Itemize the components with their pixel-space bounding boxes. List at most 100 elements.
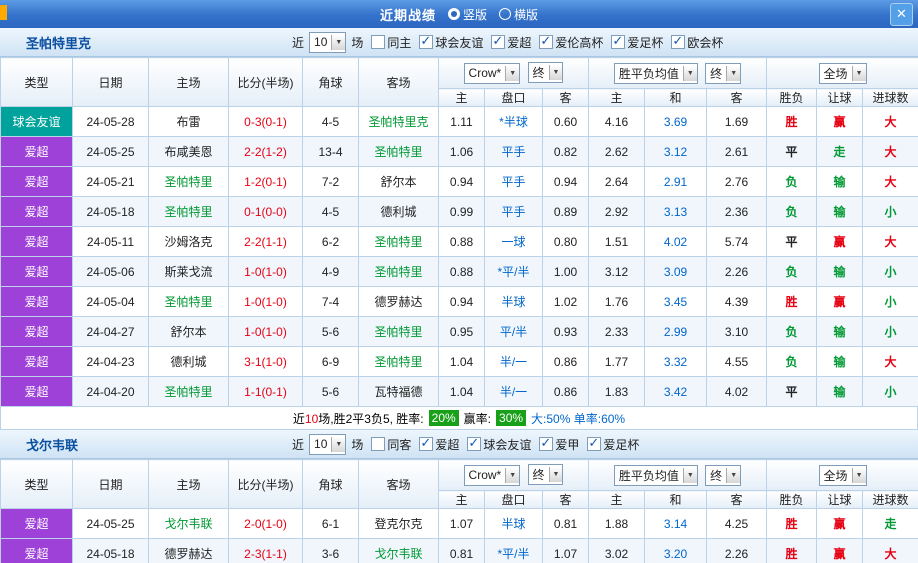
same-away-filter[interactable]: 同客 [371, 436, 411, 453]
winloss-result: 平 [767, 137, 817, 167]
euro-draw-odds: 2.91 [645, 167, 707, 197]
europe-odds-group: 胜平负均值 终 [589, 58, 767, 89]
handicap-result: 赢 [817, 509, 863, 539]
col-away: 客场 [359, 460, 439, 509]
asian-away-odds: 1.00 [543, 257, 589, 287]
league-filter-4[interactable]: 欧会杯 [671, 34, 723, 51]
handicap-result: 输 [817, 167, 863, 197]
home-team: 沙姆洛克 [149, 227, 229, 257]
corners: 5-6 [303, 317, 359, 347]
summary-bar: 近10场,胜2平3负5, 胜率: 20% 赢率: 30% 大:50% 单率:60… [0, 407, 918, 430]
vertical-radio-icon[interactable] [448, 8, 460, 20]
league-filter-2[interactable]: 爱甲 [539, 436, 579, 453]
handicap: 半/一 [485, 377, 543, 407]
league-checkbox-4[interactable] [671, 35, 685, 49]
league-checkbox-2[interactable] [539, 35, 553, 49]
handicap-rate-badge: 30% [496, 410, 526, 426]
euro-home-odds: 2.62 [589, 137, 645, 167]
col-euro-draw: 和 [645, 491, 707, 509]
league-filter-1[interactable]: 球会友谊 [467, 436, 531, 453]
close-button[interactable]: ✕ [890, 3, 913, 26]
away-team: 圣帕特里 [359, 317, 439, 347]
match-date: 24-05-28 [73, 107, 149, 137]
europe-state-select[interactable]: 终 [705, 63, 741, 84]
match-count-select[interactable]: 10 [309, 32, 346, 53]
scope-select[interactable]: 全场 [819, 63, 867, 84]
horizontal-radio-icon[interactable] [499, 8, 511, 20]
same-away-checkbox[interactable] [371, 437, 385, 451]
asian-home-odds: 0.99 [439, 197, 485, 227]
odds-state-select[interactable]: 终 [528, 464, 564, 485]
vertical-radio-label: 竖版 [463, 6, 487, 23]
league-checkbox-1[interactable] [467, 437, 481, 451]
asian-home-odds: 1.07 [439, 509, 485, 539]
asian-home-odds: 1.04 [439, 347, 485, 377]
asian-home-odds: 0.95 [439, 317, 485, 347]
layout-vertical-option[interactable]: 竖版 [448, 6, 487, 23]
league-checkbox-3[interactable] [611, 35, 625, 49]
euro-home-odds: 4.16 [589, 107, 645, 137]
league-filter-3[interactable]: 爱足杯 [611, 34, 663, 51]
match-row: 爱超 24-04-20 圣帕特里 1-1(0-1) 5-6 瓦特福德 1.04 … [1, 377, 918, 407]
col-type: 类型 [1, 58, 73, 107]
league-checkbox-1[interactable] [491, 35, 505, 49]
league-checkbox-0[interactable] [419, 35, 433, 49]
asian-away-odds: 0.93 [543, 317, 589, 347]
euro-home-odds: 2.64 [589, 167, 645, 197]
match-date: 24-05-25 [73, 509, 149, 539]
odds-state-select[interactable]: 终 [528, 62, 564, 83]
handicap: *平/半 [485, 257, 543, 287]
odds-source-select[interactable]: Crow* [464, 63, 521, 84]
league-checkbox-0[interactable] [419, 437, 433, 451]
asian-home-odds: 0.88 [439, 257, 485, 287]
handicap: 平/半 [485, 317, 543, 347]
score: 1-1(0-1) [229, 377, 303, 407]
corners: 6-1 [303, 509, 359, 539]
goals-result: 小 [863, 197, 918, 227]
asian-home-odds: 0.88 [439, 227, 485, 257]
europe-source-select[interactable]: 胜平负均值 [614, 63, 698, 84]
asian-away-odds: 0.89 [543, 197, 589, 227]
team-name: 圣帕特里克 [26, 33, 91, 52]
goals-result: 大 [863, 167, 918, 197]
handicap-result: 赢 [817, 287, 863, 317]
euro-home-odds: 1.76 [589, 287, 645, 317]
league-filter-0[interactable]: 爱超 [419, 436, 459, 453]
same-home-filter[interactable]: 同主 [371, 34, 411, 51]
league-filter-2[interactable]: 爱伦高杯 [539, 34, 603, 51]
euro-draw-odds: 3.13 [645, 197, 707, 227]
league-filter-0[interactable]: 球会友谊 [419, 34, 483, 51]
corners: 7-2 [303, 167, 359, 197]
handicap: 半球 [485, 509, 543, 539]
league-badge: 爱超 [1, 227, 73, 257]
odds-source-select[interactable]: Crow* [464, 465, 521, 486]
league-filter-1[interactable]: 爱超 [491, 34, 531, 51]
filters-bar: 近 10 场 同客 爱超 球会友谊 爱甲 爱足杯 [292, 434, 639, 455]
europe-state-select[interactable]: 终 [705, 465, 741, 486]
away-team: 圣帕特里克 [359, 107, 439, 137]
home-team: 斯莱戈流 [149, 257, 229, 287]
league-badge: 爱超 [1, 347, 73, 377]
layout-horizontal-option[interactable]: 横版 [499, 6, 538, 23]
results-table: 类型 日期 主场 比分(半场) 角球 客场 Crow* 终 胜平负均值 终 [0, 57, 918, 407]
scope-select[interactable]: 全场 [819, 465, 867, 486]
corners: 5-6 [303, 377, 359, 407]
match-date: 24-04-20 [73, 377, 149, 407]
col-euro-away: 客 [707, 89, 767, 107]
league-filter-3[interactable]: 爱足杯 [587, 436, 639, 453]
away-team: 德利城 [359, 197, 439, 227]
league-badge: 爱超 [1, 287, 73, 317]
handicap: *半球 [485, 107, 543, 137]
match-date: 24-05-18 [73, 539, 149, 563]
matches-body: 球会友谊 24-05-28 布雷 0-3(0-1) 4-5 圣帕特里克 1.11… [1, 107, 918, 407]
asian-away-odds: 0.80 [543, 227, 589, 257]
league-checkbox-3[interactable] [587, 437, 601, 451]
league-checkbox-2[interactable] [539, 437, 553, 451]
col-asian-home: 主 [439, 491, 485, 509]
same-home-checkbox[interactable] [371, 35, 385, 49]
handicap-result: 输 [817, 347, 863, 377]
euro-away-odds: 5.74 [707, 227, 767, 257]
europe-source-select[interactable]: 胜平负均值 [614, 465, 698, 486]
col-handicap: 盘口 [485, 89, 543, 107]
match-count-select[interactable]: 10 [309, 434, 346, 455]
